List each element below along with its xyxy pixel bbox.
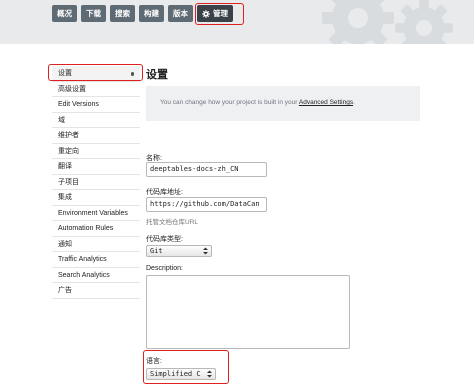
sidebar-item-label: 维护者 xyxy=(58,132,79,139)
sidebar-item-label: Edit Versions xyxy=(58,101,99,108)
tab-versions[interactable]: 版本 xyxy=(168,5,193,22)
sidebar-item-translations[interactable]: 翻译 xyxy=(52,159,140,175)
sidebar-item-label: 通知 xyxy=(58,240,72,248)
tab-label: 构建 xyxy=(144,9,159,18)
repo-type-select[interactable]: Git xyxy=(146,245,212,257)
sidebar-item-label: 高级设置 xyxy=(58,85,86,93)
name-input[interactable]: deeptables-docs-zh_CN xyxy=(146,162,267,177)
sidebar-item-automation-rules[interactable]: Automation Rules xyxy=(52,221,140,237)
sidebar-item-maintainers[interactable]: 维护者 xyxy=(52,128,140,144)
repo-type-value: Git xyxy=(150,247,163,255)
repo-url-label: 代码库地址: xyxy=(146,189,183,196)
sidebar-item-label: 重定向 xyxy=(58,147,79,155)
advanced-settings-notice: You can change how your project is built… xyxy=(146,86,420,121)
sidebar-item-notifications[interactable]: 通知 xyxy=(52,237,140,252)
sidebar-item-subprojects[interactable]: 子项目 xyxy=(52,175,140,190)
advanced-settings-link[interactable]: Advanced Settings xyxy=(299,99,353,106)
sidebar-item-label: 子项目 xyxy=(58,178,79,186)
top-navigation-bar: 概况 下载 搜索 构建 版本 管理 xyxy=(0,0,474,44)
repo-url-input[interactable]: https://github.com/DataCan xyxy=(146,197,267,212)
description-textarea[interactable] xyxy=(146,275,350,349)
tab-label: 搜索 xyxy=(115,9,130,18)
sidebar-item-label: 域 xyxy=(58,116,65,124)
sidebar-item-label: 广告 xyxy=(58,287,72,294)
settings-main: 设置 You can change how your project is bu… xyxy=(146,66,426,121)
repo-type-label: 代码库类型: xyxy=(146,236,183,243)
sidebar-item-label: Traffic Analytics xyxy=(58,256,107,263)
notice-text: You can change how your project is built… xyxy=(160,99,299,106)
sidebar-item-advertising[interactable]: 广告 xyxy=(52,283,140,299)
tab-search[interactable]: 搜索 xyxy=(110,5,135,22)
gear-decoration-icon xyxy=(395,0,453,44)
settings-sidebar: 设置 高级设置 Edit Versions 域 维护者 重定向 翻译 子项目 集… xyxy=(52,66,140,299)
sidebar-item-label: 集成 xyxy=(58,194,72,201)
page-title: 设置 xyxy=(146,69,168,81)
sidebar-item-environment-variables[interactable]: Environment Variables xyxy=(52,206,140,221)
sidebar-item-edit-versions[interactable]: Edit Versions xyxy=(52,97,140,113)
description-label: Description: xyxy=(146,265,183,272)
sidebar-item-label: Search Analytics xyxy=(58,271,110,279)
notice-suffix: . xyxy=(353,99,355,106)
sidebar-item-integrations[interactable]: 集成 xyxy=(52,190,140,206)
tab-label: 概况 xyxy=(57,9,72,18)
tab-overview[interactable]: 概况 xyxy=(52,5,77,22)
tab-label: 版本 xyxy=(173,9,188,18)
sidebar-item-traffic-analytics[interactable]: Traffic Analytics xyxy=(52,252,140,268)
sidebar-item-domains[interactable]: 域 xyxy=(52,113,140,128)
language-highlight-box xyxy=(143,350,229,384)
admin-tab-highlight-box xyxy=(195,3,244,25)
repo-url-help-text: 托管文档仓库URL xyxy=(146,219,199,226)
sidebar-item-label: 翻译 xyxy=(58,163,72,170)
tab-label: 下载 xyxy=(86,9,101,18)
sidebar-item-label: Automation Rules xyxy=(58,225,114,232)
sidebar-item-redirects[interactable]: 重定向 xyxy=(52,144,140,159)
tab-downloads[interactable]: 下载 xyxy=(81,5,106,22)
sidebar-item-search-analytics[interactable]: Search Analytics xyxy=(52,268,140,283)
gear-decoration-icon xyxy=(322,0,394,44)
tab-builds[interactable]: 构建 xyxy=(139,5,164,22)
sidebar-item-label: Environment Variables xyxy=(58,209,128,217)
select-arrows-icon xyxy=(203,247,208,255)
settings-item-highlight-box xyxy=(48,64,143,81)
sidebar-item-advanced-settings[interactable]: 高级设置 xyxy=(52,82,140,97)
